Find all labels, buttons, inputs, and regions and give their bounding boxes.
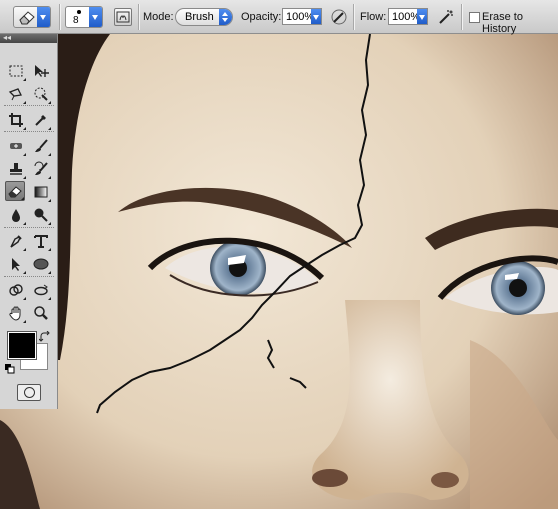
chevron-up-icon xyxy=(222,12,228,16)
clone-stamp-tool[interactable] xyxy=(6,159,26,179)
separator xyxy=(59,4,60,30)
healing-brush-tool-icon xyxy=(10,143,22,149)
pressure-pen-icon xyxy=(331,9,347,25)
tablet-pressure-opacity-button[interactable] xyxy=(330,8,348,26)
pen-tool-icon xyxy=(10,235,22,248)
default-colors-icon[interactable] xyxy=(5,364,15,374)
healing-brush-tool[interactable] xyxy=(6,136,26,156)
tool-preset-picker[interactable] xyxy=(13,6,51,28)
brush-tool-icon xyxy=(35,139,48,152)
flow-label: Flow: xyxy=(360,11,387,23)
crop-tool-icon xyxy=(9,113,23,127)
flow-value: 100% xyxy=(392,11,421,23)
ellipse-tool-icon xyxy=(33,258,49,270)
mode-label: Mode: xyxy=(143,11,174,23)
mode-value: Brush xyxy=(185,11,214,23)
blur-tool-icon xyxy=(12,209,20,222)
zoom-tool[interactable] xyxy=(31,303,51,323)
toolbox-header[interactable]: ◂◂ xyxy=(0,33,57,43)
mode-select[interactable]: Brush xyxy=(175,8,233,26)
separator xyxy=(138,4,139,30)
chevron-down-icon xyxy=(419,15,425,20)
toolbox-divider xyxy=(4,276,54,279)
hand-tool-icon xyxy=(9,306,21,321)
separator xyxy=(353,4,354,30)
brush-preset-picker[interactable]: 8 xyxy=(65,6,103,28)
chevron-down-icon xyxy=(313,15,319,20)
mode-dropdown-button[interactable] xyxy=(219,9,232,25)
toolbox-divider xyxy=(4,227,54,230)
brush-tool[interactable] xyxy=(31,136,51,156)
opacity-label: Opacity: xyxy=(241,11,282,23)
tool-preset-dropdown-button[interactable] xyxy=(37,7,50,27)
pen-tool[interactable] xyxy=(6,231,26,251)
separator xyxy=(461,4,462,30)
type-tool[interactable] xyxy=(31,231,51,251)
chevron-down-icon xyxy=(222,18,228,22)
right-pupil xyxy=(509,279,527,297)
opacity-value: 100% xyxy=(286,11,315,23)
toolbox: ◂◂ xyxy=(0,33,58,409)
brush-size-label: 8 xyxy=(73,15,79,26)
crop-tool[interactable] xyxy=(6,110,26,130)
left-nostril xyxy=(312,469,348,487)
erase-to-history-checkbox[interactable] xyxy=(469,12,480,23)
move-tool[interactable] xyxy=(31,61,51,81)
ellipse-tool[interactable] xyxy=(31,254,51,274)
right-nostril xyxy=(431,472,459,488)
quick-selection-tool[interactable] xyxy=(31,84,51,104)
swap-colors-icon[interactable] xyxy=(39,331,51,343)
brush-dropdown-button[interactable] xyxy=(89,7,102,27)
lasso-tool-icon xyxy=(8,88,22,101)
toggle-brushes-panel-button[interactable] xyxy=(114,8,132,26)
chevron-down-icon xyxy=(40,15,46,20)
history-brush-tool[interactable] xyxy=(31,159,51,179)
document-canvas[interactable] xyxy=(0,0,558,509)
eyedropper-tool[interactable] xyxy=(31,110,51,130)
toolbox-divider xyxy=(4,131,54,134)
brushes-panel-icon xyxy=(116,11,130,23)
opacity-field[interactable]: 100% xyxy=(282,8,322,25)
dodge-tool[interactable] xyxy=(31,205,51,225)
dodge-tool-icon xyxy=(34,208,48,222)
toolbox-divider xyxy=(4,105,54,108)
gradient-tool-icon xyxy=(34,186,48,198)
flow-slider-button[interactable] xyxy=(417,9,427,24)
quick-mask-button[interactable] xyxy=(17,384,41,401)
eyedropper-tool-icon xyxy=(35,115,46,126)
3d-rotate-tool-icon xyxy=(9,284,23,296)
flow-field[interactable]: 100% xyxy=(388,8,428,25)
move-tool-icon xyxy=(35,65,49,77)
zoom-tool-icon xyxy=(34,306,48,320)
erase-to-history-label[interactable]: Erase to History xyxy=(482,11,558,35)
marquee-tool[interactable] xyxy=(6,61,26,81)
gradient-tool[interactable] xyxy=(31,182,51,202)
3d-rotate-tool[interactable] xyxy=(6,280,26,300)
3d-orbit-tool-icon xyxy=(34,284,48,296)
path-selection-tool-icon xyxy=(12,258,20,271)
quick-selection-tool-icon xyxy=(34,87,48,101)
lasso-tool[interactable] xyxy=(6,84,26,104)
blur-tool[interactable] xyxy=(6,205,26,225)
opacity-slider-button[interactable] xyxy=(311,9,321,24)
collapse-icon[interactable]: ◂◂ xyxy=(3,33,11,42)
brush-tip-icon xyxy=(77,10,81,14)
hand-tool[interactable] xyxy=(6,303,26,323)
history-brush-tool-icon xyxy=(34,161,48,175)
path-selection-tool[interactable] xyxy=(6,254,26,274)
type-tool-icon xyxy=(34,235,48,248)
eraser-tool[interactable] xyxy=(5,181,25,201)
airbrush-icon xyxy=(439,10,453,24)
eraser-icon xyxy=(19,11,35,25)
foreground-color-swatch[interactable] xyxy=(7,331,37,360)
clone-stamp-tool-icon xyxy=(10,163,22,175)
3d-orbit-tool[interactable] xyxy=(31,280,51,300)
marquee-tool-icon xyxy=(9,65,23,77)
airbrush-button[interactable] xyxy=(437,8,455,26)
options-bar: 8 Mode: Brush Opacity: 100% Flow: 100% E… xyxy=(0,0,558,35)
chevron-down-icon xyxy=(92,15,98,20)
